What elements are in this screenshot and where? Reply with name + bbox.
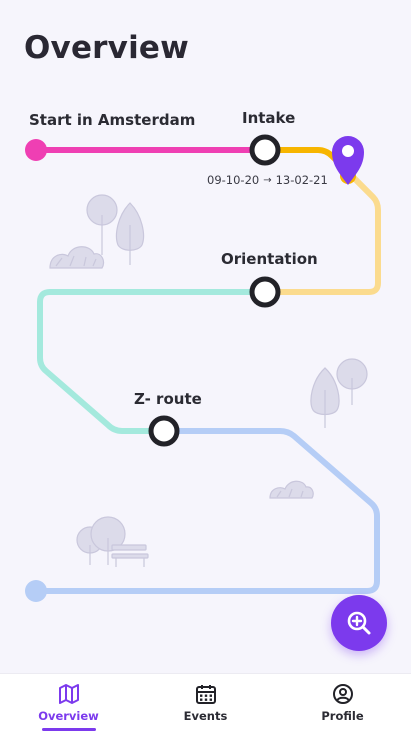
arrow-right-icon: → <box>263 174 272 186</box>
tab-profile-label: Profile <box>321 709 364 723</box>
stop-label-intake: Intake <box>242 109 296 127</box>
stop-zroute-node[interactable] <box>148 415 180 447</box>
stop-label-start: Start in Amsterdam <box>29 111 196 129</box>
route-segment-intake-upcoming <box>262 169 381 295</box>
bush-decoration-icon <box>269 480 314 499</box>
park-bench-decoration-icon <box>76 516 149 567</box>
intake-date-from: 09-10-20 <box>207 173 260 187</box>
stop-start-dot[interactable] <box>25 139 47 161</box>
zoom-in-icon <box>347 611 371 635</box>
map-pin-icon[interactable] <box>332 136 364 185</box>
tree-decoration-icon <box>310 358 368 428</box>
intake-date-to: 13-02-21 <box>275 173 328 187</box>
route-end-dot[interactable] <box>25 580 47 602</box>
zoom-in-button[interactable] <box>331 595 387 651</box>
stop-label-orientation: Orientation <box>221 250 318 268</box>
tab-overview[interactable]: Overview <box>0 674 137 732</box>
route-segment-zroute <box>33 428 380 594</box>
calendar-icon <box>195 685 216 704</box>
stop-orientation-node[interactable] <box>249 276 281 308</box>
intake-date-range: 09-10-20 → 13-02-21 <box>207 173 328 187</box>
bottom-tab-bar: Overview Events Profile <box>0 673 411 732</box>
tab-overview-label: Overview <box>38 709 99 723</box>
tab-events-label: Events <box>183 709 228 723</box>
stop-label-zroute: Z- route <box>134 390 202 408</box>
tab-profile[interactable]: Profile <box>274 674 411 732</box>
bush-decoration-icon <box>49 246 105 269</box>
user-circle-icon <box>332 684 353 704</box>
route-segment-orientation <box>37 289 268 434</box>
stop-intake-node[interactable] <box>249 134 281 166</box>
map-icon <box>58 684 79 704</box>
tab-events[interactable]: Events <box>137 674 274 732</box>
route-map[interactable] <box>0 0 411 673</box>
